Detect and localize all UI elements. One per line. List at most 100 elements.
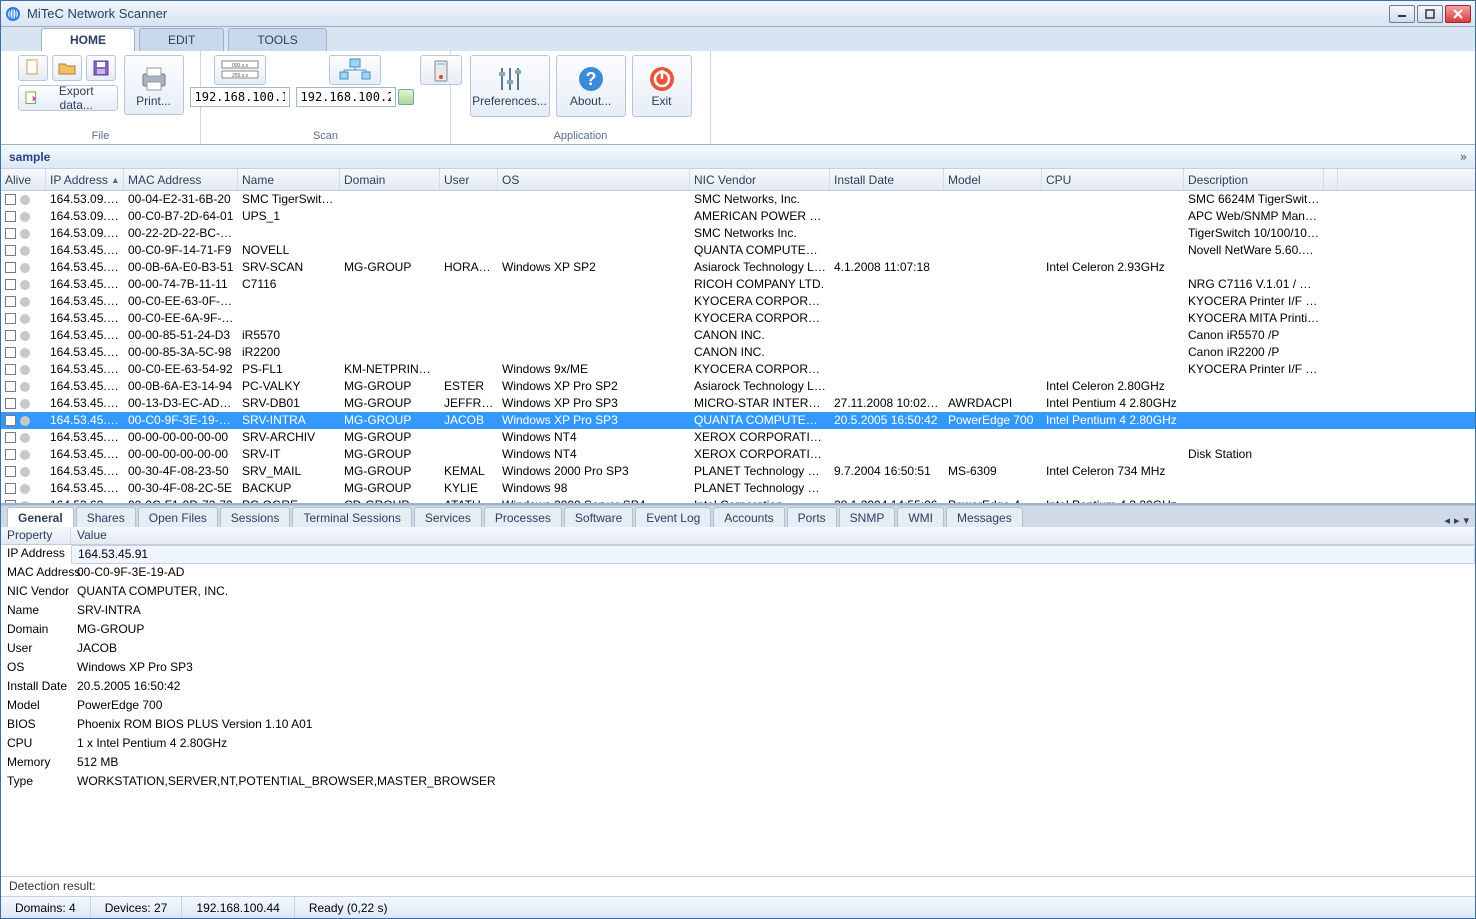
table-row[interactable]: 164.53.45.3200-C0-EE-63-54-92PS-FL1KM-NE… [1, 361, 1475, 378]
table-row[interactable]: 164.53.45.5600-0B-6A-E3-14-94PC-VALKYMG-… [1, 378, 1475, 395]
table-row[interactable]: 164.53.45.9900-30-4F-08-23-50SRV_MAILMG-… [1, 463, 1475, 480]
tab-shares[interactable]: Shares [76, 507, 136, 527]
col-desc[interactable]: Description [1184, 169, 1324, 190]
property-row[interactable]: DomainMG-GROUP [1, 621, 1475, 640]
row-checkbox[interactable] [5, 398, 16, 409]
table-row[interactable]: 164.53.45.9300-00-00-00-00-00SRV-ITMG-GR… [1, 446, 1475, 463]
property-row[interactable]: NIC VendorQUANTA COMPUTER, INC. [1, 583, 1475, 602]
grid-body[interactable]: 164.53.09.7900-04-E2-31-6B-20SMC TigerSw… [1, 191, 1475, 503]
tab-event-log[interactable]: Event Log [635, 507, 711, 527]
col-model[interactable]: Model [944, 169, 1042, 190]
export-data-button[interactable]: Export data... [18, 85, 118, 111]
row-checkbox[interactable] [5, 194, 16, 205]
property-row[interactable]: ModelPowerEdge 700 [1, 697, 1475, 716]
prop-col-val[interactable]: Value [71, 527, 1475, 544]
minimize-button[interactable] [1389, 5, 1415, 23]
row-checkbox[interactable] [5, 466, 16, 477]
property-row[interactable]: OSWindows XP Pro SP3 [1, 659, 1475, 678]
property-list[interactable]: IP Address164.53.45.91MAC Address00-C0-9… [1, 545, 1475, 876]
tab-software[interactable]: Software [564, 507, 633, 527]
tab-next-icon[interactable]: ▸ [1454, 514, 1460, 527]
row-checkbox[interactable] [5, 483, 16, 494]
col-mac[interactable]: MAC Address [124, 169, 238, 190]
row-checkbox[interactable] [5, 364, 16, 375]
table-row[interactable]: 164.53.09.20500-C0-B7-2D-64-01UPS_1AMERI… [1, 208, 1475, 225]
expand-icon[interactable]: » [1460, 150, 1467, 164]
row-checkbox[interactable] [5, 245, 16, 256]
col-install[interactable]: Install Date [830, 169, 944, 190]
row-checkbox[interactable] [5, 296, 16, 307]
col-name[interactable]: Name [238, 169, 340, 190]
row-checkbox[interactable] [5, 500, 16, 503]
tab-general[interactable]: General [7, 507, 74, 527]
preferences-button[interactable]: Preferences... [470, 55, 550, 117]
tab-terminal-sessions[interactable]: Terminal Sessions [292, 507, 411, 527]
tab-tools[interactable]: TOOLS [228, 28, 326, 51]
property-row[interactable]: MAC Address00-C0-9F-3E-19-AD [1, 564, 1475, 583]
exit-button[interactable]: Exit [632, 55, 692, 117]
print-button[interactable]: Print... [124, 55, 184, 115]
row-checkbox[interactable] [5, 211, 16, 222]
table-row[interactable]: 164.53.45.1800-0B-6A-E0-B3-51SRV-SCANMG-… [1, 259, 1475, 276]
property-row[interactable]: Memory512 MB [1, 754, 1475, 773]
about-button[interactable]: ? About... [556, 55, 626, 117]
col-user[interactable]: User [440, 169, 498, 190]
tab-edit[interactable]: EDIT [139, 28, 224, 51]
col-domain[interactable]: Domain [340, 169, 440, 190]
row-checkbox[interactable] [5, 381, 16, 392]
tab-open-files[interactable]: Open Files [138, 507, 218, 527]
table-row[interactable]: 164.53.45.2900-C0-EE-6A-9F-CCKYOCERA COR… [1, 310, 1475, 327]
row-checkbox[interactable] [5, 449, 16, 460]
tab-processes[interactable]: Processes [484, 507, 562, 527]
table-row[interactable]: 164.53.45.1000-C0-9F-14-71-F9NOVELLQUANT… [1, 242, 1475, 259]
tab-home[interactable]: HOME [41, 28, 135, 51]
new-button[interactable] [18, 55, 48, 81]
row-checkbox[interactable] [5, 415, 16, 426]
tab-accounts[interactable]: Accounts [713, 507, 784, 527]
tab-menu-icon[interactable]: ▾ [1463, 514, 1469, 527]
row-checkbox[interactable] [5, 432, 16, 443]
col-ip[interactable]: IP Address▲ [46, 169, 124, 190]
ip-end-input[interactable] [296, 87, 396, 107]
row-checkbox[interactable] [5, 228, 16, 239]
table-row[interactable]: 164.53.09.21000-22-2D-22-BC-B6SMC Networ… [1, 225, 1475, 242]
col-vendor[interactable]: NIC Vendor [690, 169, 830, 190]
table-row[interactable]: 164.53.45.9200-00-00-00-00-00SRV-ARCHIVM… [1, 429, 1475, 446]
open-button[interactable] [52, 55, 82, 81]
row-checkbox[interactable] [5, 313, 16, 324]
tab-wmi[interactable]: WMI [897, 507, 944, 527]
tab-prev-icon[interactable]: ◂ [1444, 514, 1450, 527]
table-row[interactable]: 164.53.45.9000-13-D3-EC-AD-DBSRV-DB01MG-… [1, 395, 1475, 412]
table-row[interactable]: 164.53.45.3100-00-85-3A-5C-98iR2200CANON… [1, 344, 1475, 361]
scan-network-button[interactable] [329, 55, 381, 85]
row-checkbox[interactable] [5, 347, 16, 358]
tab-messages[interactable]: Messages [946, 507, 1023, 527]
table-row[interactable]: 164.53.45.3000-00-85-51-24-D3iR5570CANON… [1, 327, 1475, 344]
tab-services[interactable]: Services [414, 507, 482, 527]
property-row[interactable]: NameSRV-INTRA [1, 602, 1475, 621]
table-row[interactable]: 164.53.09.7900-04-E2-31-6B-20SMC TigerSw… [1, 191, 1475, 208]
table-row[interactable]: 164.53.63.1300-0C-F1-9D-73-70PC-OGRECD-G… [1, 497, 1475, 503]
prop-col-key[interactable]: Property [1, 527, 71, 544]
table-row[interactable]: 164.53.45.24100-30-4F-08-2C-5EBACKUPMG-G… [1, 480, 1475, 497]
table-row[interactable]: 164.53.45.2800-C0-EE-63-0F-DEKYOCERA COR… [1, 293, 1475, 310]
close-button[interactable] [1445, 5, 1471, 23]
row-checkbox[interactable] [5, 330, 16, 341]
property-row[interactable]: TypeWORKSTATION,SERVER,NT,POTENTIAL_BROW… [1, 773, 1475, 792]
property-row[interactable]: BIOSPhoenix ROM BIOS PLUS Version 1.10 A… [1, 716, 1475, 735]
col-alive[interactable]: Alive [1, 169, 46, 190]
tab-sessions[interactable]: Sessions [220, 507, 291, 527]
property-row[interactable]: UserJACOB [1, 640, 1475, 659]
row-checkbox[interactable] [5, 262, 16, 273]
property-row[interactable]: CPU1 x Intel Pentium 4 2.80GHz [1, 735, 1475, 754]
ip-start-input[interactable] [190, 87, 290, 107]
tab-ports[interactable]: Ports [787, 507, 837, 527]
save-button[interactable] [86, 55, 116, 81]
ip-range-icon-button[interactable]: 000.x.x255.x.x [214, 55, 266, 85]
property-row[interactable]: IP Address164.53.45.91 [1, 545, 1475, 564]
tab-snmp[interactable]: SNMP [839, 507, 896, 527]
table-row[interactable]: 164.53.45.9100-C0-9F-3E-19-ADSRV-INTRAMG… [1, 412, 1475, 429]
maximize-button[interactable] [1417, 5, 1443, 23]
property-row[interactable]: Install Date20.5.2005 16:50:42 [1, 678, 1475, 697]
table-row[interactable]: 164.53.45.2000-00-74-7B-11-11C7116RICOH … [1, 276, 1475, 293]
